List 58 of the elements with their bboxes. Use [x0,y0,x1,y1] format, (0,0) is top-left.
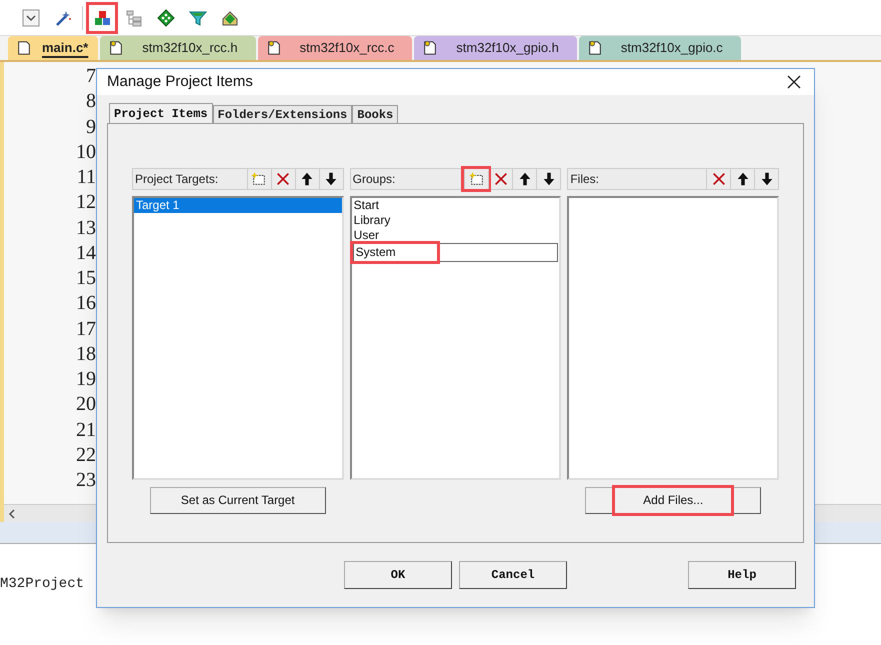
stack-icon [221,8,239,26]
close-icon [787,75,801,89]
file-tab[interactable]: stm32f10x_gpio.c [578,36,741,60]
line-number: 7 [86,64,96,89]
line-number: 13 [76,216,96,240]
line-number: 17 [76,316,96,342]
line-number: 11 [76,165,96,190]
wand-icon [54,8,72,26]
file-tab[interactable]: stm32f10x_rcc.h [100,36,256,60]
line-number: 20 [76,392,96,418]
file-icon [422,40,438,56]
file-icon [266,40,282,56]
name-input-field[interactable]: System [352,243,558,262]
file-icon [108,40,124,56]
line-number: 23 [76,468,96,493]
tree-icon [125,8,143,26]
line-number: 15 [76,266,96,291]
output-text: M32Project [0,575,84,594]
dialog-tab[interactable]: Books [352,105,398,123]
delete-icon [492,171,509,187]
new-item-icon [251,171,268,187]
line-number: 9 [86,114,96,140]
list-item[interactable]: User [352,228,560,243]
dialog-tab[interactable]: Folders/Extensions [212,105,352,123]
line-number: 22 [76,442,96,468]
line-number: 12 [76,190,96,216]
line-number: 10 [76,140,96,165]
delete-icon [275,171,292,187]
dialog-button[interactable]: Cancel [459,561,567,589]
file-tab[interactable]: stm32f10x_gpio.h [414,36,577,60]
file-icon [586,40,603,56]
line-number: 18 [76,342,96,367]
file-icon [16,40,32,56]
list-item[interactable]: Target 1 [134,198,342,213]
panel-button[interactable]: Add Files... [585,486,762,514]
panel-button[interactable]: Set as Current Target [150,486,326,514]
line-number: 16 [76,291,96,316]
funnel-icon [189,8,207,26]
dialog-button[interactable]: Help [688,561,796,589]
delete-icon [710,171,727,187]
panel-label: Files: [569,171,600,188]
line-number: 21 [76,418,96,442]
list-item[interactable]: Library [352,213,560,228]
line-number: 14 [76,240,96,266]
panel-label: Groups: [352,171,396,188]
new-item-icon [468,171,485,187]
diamond-icon [157,8,175,26]
file-tab[interactable]: stm32f10x_rcc.c [258,36,412,60]
dialog-button[interactable]: OK [344,561,452,589]
dropdown-icon [22,8,40,26]
file-tab[interactable]: main.c* [8,36,98,60]
list-item[interactable]: Start [352,198,560,213]
dialog-title: Manage Project Items [107,72,253,92]
line-number: 8 [86,89,96,114]
panel-label: Project Targets: [134,171,220,188]
line-number: 19 [76,367,96,392]
blocks-icon [93,8,111,26]
dialog-tab[interactable]: Project Items [109,103,213,123]
